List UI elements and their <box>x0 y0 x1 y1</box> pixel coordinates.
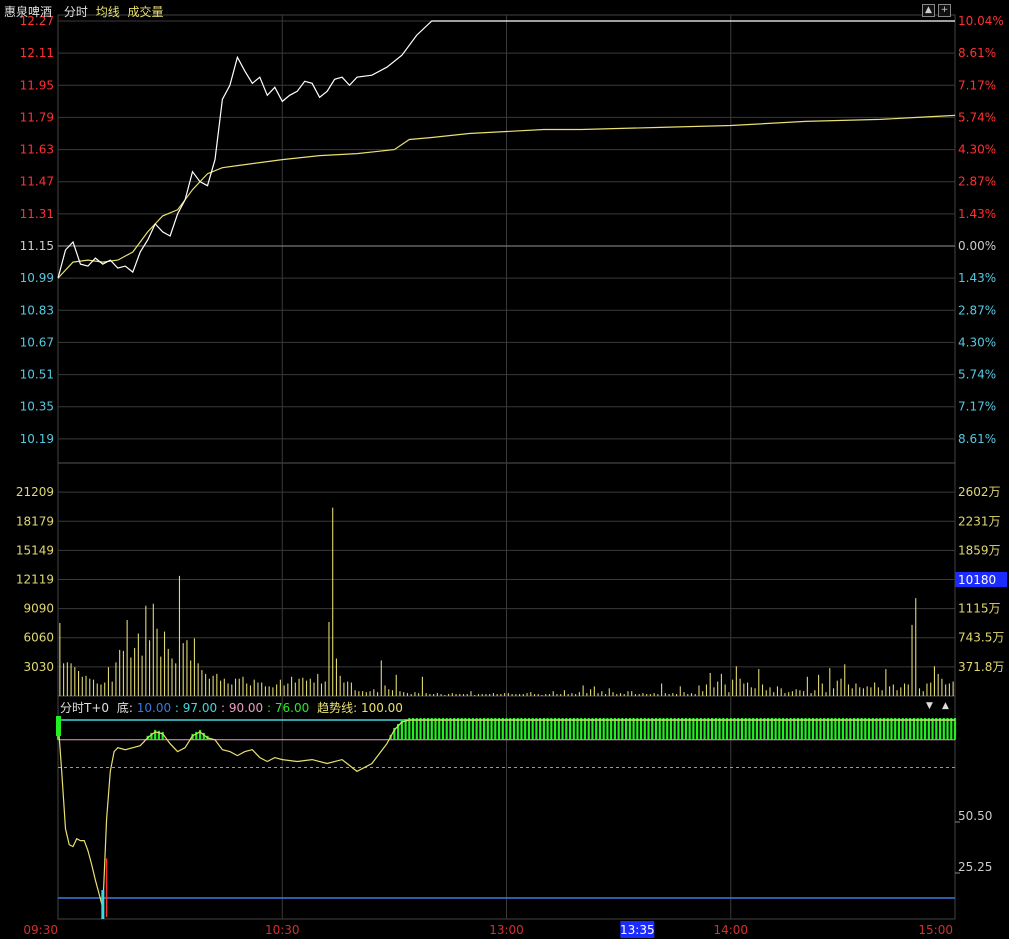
y-tick-label: 11.95 <box>20 78 54 92</box>
y-tick-pct-label: 7.17% <box>958 400 996 414</box>
avg-label: 均线 <box>95 5 120 19</box>
volume-tag-label: 10180 <box>958 573 996 587</box>
x-tick-label: 09:30 <box>23 923 58 937</box>
volume-tick-label: 15149 <box>16 543 54 557</box>
volume-tick-wan-label: 1115万 <box>958 602 1001 616</box>
y-tick-label: 11.47 <box>20 175 54 189</box>
add-icon[interactable]: + <box>938 4 951 17</box>
collapse-icon[interactable]: ▲ <box>942 701 949 711</box>
volume-tick-label: 3030 <box>23 660 54 674</box>
y-tick-label: 11.63 <box>20 143 54 157</box>
y-tick-label: 10.35 <box>20 400 54 414</box>
mode-label[interactable]: 分时 <box>64 5 88 19</box>
volume-label: 成交量 <box>127 5 164 19</box>
trend-value: 100.00 <box>360 701 403 715</box>
dropdown-icon[interactable]: ▼ <box>926 701 933 711</box>
y-tick-pct-label: 2.87% <box>958 303 996 317</box>
y-tick-pct-label: 2.87% <box>958 175 996 189</box>
x-tick-label: 14:00 <box>713 923 748 937</box>
x-tick-label: 13:00 <box>489 923 524 937</box>
volume-tick-wan-label: 743.5万 <box>958 631 1004 645</box>
volume-tick-wan-label: 371.8万 <box>958 660 1004 674</box>
y-tick-pct-label: 7.17% <box>958 78 996 92</box>
y-tick-label: 11.31 <box>20 207 54 221</box>
volume-tick-label: 18179 <box>16 514 54 528</box>
indicator-name[interactable]: 分时T+0 <box>60 701 109 715</box>
bottom-label: 底: <box>116 701 133 715</box>
volume-tick-label: 9090 <box>23 602 54 616</box>
y-tick-pct-label: 8.61% <box>958 46 996 60</box>
y-tick-pct-label: 1.43% <box>958 271 996 285</box>
indicator-value-3: : 90.00 <box>220 701 264 715</box>
chart-header: 惠泉啤酒 分时 均线 成交量 <box>4 3 164 20</box>
y-tick-label: 11.79 <box>20 110 54 124</box>
start-signal <box>56 716 61 736</box>
y-tick-pct-label: 1.43% <box>958 207 996 221</box>
x-tick-label: 10:30 <box>265 923 300 937</box>
stock-name: 惠泉啤酒 <box>4 5 53 19</box>
volume-tick-label: 6060 <box>23 631 54 645</box>
chart-canvas: 12.27 10.04%12.11 8.61%11.95 7.17%11.79 5.74… <box>16 14 1007 938</box>
cursor-time-label: 13:35 <box>620 923 655 937</box>
trend-label: 趋势线: <box>317 701 358 715</box>
y-tick-label: 10.83 <box>20 303 54 317</box>
y-tick-pct-label: 10.04% <box>958 14 1004 28</box>
up-arrow-icon[interactable]: ▲ <box>922 4 935 17</box>
y-tick-label: 11.15 <box>20 239 54 253</box>
y-tick-pct-label: 8.61% <box>958 432 996 446</box>
y-tick-pct-label: 5.74% <box>958 368 996 382</box>
volume-tick-wan-label: 2231万 <box>958 514 1001 528</box>
y-tick-pct-label: 0.00% <box>958 239 996 253</box>
volume-tick-label: 21209 <box>16 485 54 499</box>
y-tick-label: 12.11 <box>20 46 54 60</box>
y-tick-label: 10.19 <box>20 432 54 446</box>
indicator-value-4: : 76.00 <box>267 701 310 715</box>
volume-tick-label: 12119 <box>16 573 54 587</box>
y-tick-label: 10.67 <box>20 335 54 349</box>
volume-tick-wan-label: 1859万 <box>958 543 1001 557</box>
level-tick-label: 50.50 <box>958 809 992 823</box>
level-tick-label: 25.25 <box>958 860 992 874</box>
indicator-value-2: : 97.00 <box>174 701 218 715</box>
y-tick-pct-label: 5.74% <box>958 110 996 124</box>
indicator-value-1: 10.00 <box>136 701 172 715</box>
volume-tick-wan-label: 2602万 <box>958 485 1001 499</box>
indicator-header: 分时T+0 底: 10.00 : 97.00 : 90.00 : 76.00 趋… <box>60 699 403 716</box>
y-tick-label: 10.51 <box>20 368 54 382</box>
x-tick-label: 15:00 <box>918 923 953 937</box>
y-tick-pct-label: 4.30% <box>958 143 996 157</box>
y-tick-pct-label: 4.30% <box>958 335 996 349</box>
y-tick-label: 10.99 <box>20 271 54 285</box>
